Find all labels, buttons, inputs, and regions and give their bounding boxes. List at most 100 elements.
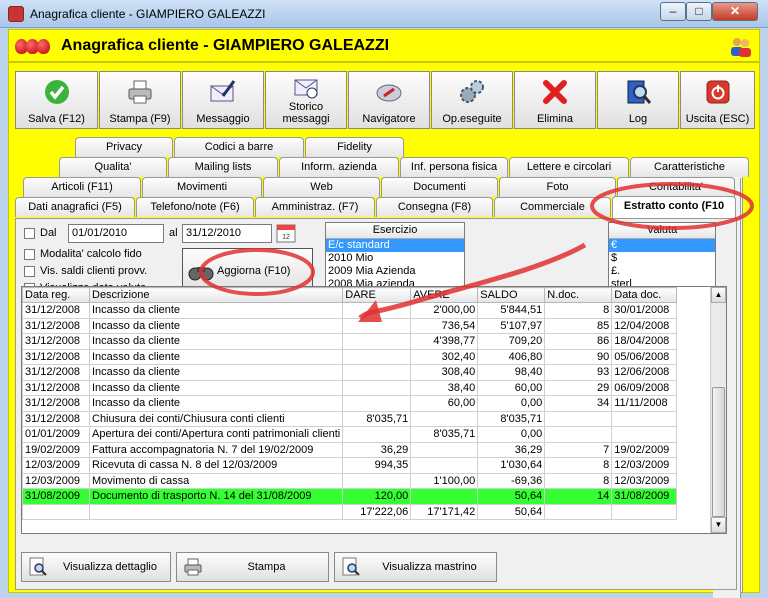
column-header[interactable]: N.doc.: [544, 287, 613, 303]
scroll-up-arrow[interactable]: ▲: [711, 287, 726, 303]
column-header[interactable]: AVERE: [410, 287, 479, 303]
tab-codici-barre[interactable]: Codici a barre: [174, 137, 304, 157]
table-row[interactable]: 31/12/2008 Incasso da cliente 2'000,00 5'84…: [22, 302, 678, 319]
table-cell: 93: [544, 364, 613, 381]
table-row[interactable]: 31/12/2008 Incasso da cliente 38,40 60,00 29…: [22, 379, 678, 396]
esercizio-header: Esercizio: [326, 223, 464, 239]
table-row[interactable]: 12/03/2009 Ricevuta di cassa N. 8 del 12/…: [22, 457, 678, 474]
users-icon[interactable]: [729, 34, 753, 58]
column-header[interactable]: Data reg.: [22, 287, 90, 303]
vis-saldi-checkbox[interactable]: [24, 266, 35, 277]
table-cell: 12/03/2009: [22, 472, 90, 489]
visualizza-dettaglio-button[interactable]: Visualizza dettaglio: [21, 552, 171, 582]
salva-button[interactable]: Salva (F12): [15, 71, 98, 129]
tab-fidelity[interactable]: Fidelity: [305, 137, 404, 157]
scroll-down-arrow[interactable]: ▼: [711, 517, 726, 533]
tab-articoli[interactable]: Articoli (F11): [23, 177, 141, 197]
tab-inf-persona-fisica[interactable]: Inf. persona fisica: [400, 157, 508, 177]
visualizza-mastrino-button[interactable]: Visualizza mastrino: [334, 552, 497, 582]
valuta-item[interactable]: $: [609, 252, 715, 265]
modalita-calcolo-fido-checkbox[interactable]: [24, 249, 35, 260]
tab-contabilita[interactable]: Contabilita': [617, 177, 735, 197]
tab-caratteristiche[interactable]: Caratteristiche: [630, 157, 749, 177]
tab-consegna[interactable]: Consegna (F8): [376, 197, 493, 217]
esercizio-list[interactable]: Esercizio E/c standard 2010 Mio 2009 Mia…: [325, 222, 465, 293]
calendar-icon[interactable]: 12: [276, 224, 296, 243]
tab-dati-anagrafici[interactable]: Dati anagrafici (F5): [15, 197, 135, 217]
tab-inform-azienda[interactable]: Inform. azienda: [279, 157, 399, 177]
table-cell: 0,00: [477, 426, 546, 443]
valuta-item[interactable]: €: [609, 239, 715, 252]
table-cell: 19/02/2009: [611, 441, 678, 458]
valuta-list[interactable]: Valuta € $ £. sterl: [608, 222, 716, 293]
tab-commerciale[interactable]: Commerciale: [494, 197, 611, 217]
valuta-item[interactable]: £.: [609, 265, 715, 278]
esercizio-item[interactable]: 2010 Mio: [326, 252, 464, 265]
table-cell: 50,64: [477, 488, 546, 505]
op-eseguite-button[interactable]: Op.eseguite: [431, 71, 513, 129]
storico-messaggi-button[interactable]: Storico messaggi: [265, 71, 347, 129]
table-row[interactable]: 31/12/2008 Chiusura dei conti/Chiusura co…: [22, 410, 678, 427]
window-titlebar: Anagrafica cliente - GIAMPIERO GALEAZZI …: [0, 0, 768, 28]
tab-estratto-conto[interactable]: Estratto conto (F10: [612, 196, 736, 218]
app-icon: [8, 6, 24, 22]
tab-documenti[interactable]: Documenti: [381, 177, 498, 197]
table-row[interactable]: 31/08/2009 Documento di trasporto N. 14 d…: [22, 488, 678, 505]
dal-date-input[interactable]: 01/01/2010: [68, 224, 164, 243]
table-row[interactable]: 12/03/2009 Movimento di cassa 1'100,00 -69,…: [22, 472, 678, 489]
grid-vertical-scrollbar[interactable]: ▲ ▼: [710, 287, 726, 533]
stampa-bottom-button[interactable]: Stampa: [176, 552, 329, 582]
column-header[interactable]: DARE: [342, 287, 412, 303]
tab-privacy[interactable]: Privacy: [75, 137, 173, 157]
table-cell: 8: [544, 457, 613, 474]
tab-web[interactable]: Web: [263, 177, 380, 197]
tab-movimenti[interactable]: Movimenti: [142, 177, 262, 197]
column-header[interactable]: Descrizione: [88, 287, 344, 303]
table-cell: [410, 457, 479, 474]
messaggio-button[interactable]: Messaggio: [182, 71, 264, 129]
printer-icon: [184, 558, 202, 576]
table-cell: 4'398,77: [410, 333, 479, 350]
tab-qualita[interactable]: Qualita': [59, 157, 167, 177]
column-header[interactable]: SALDO: [477, 287, 546, 303]
navigatore-button[interactable]: Navigatore: [348, 71, 430, 129]
stampa-bottom-label: Stampa: [247, 561, 286, 573]
estratto-conto-grid[interactable]: Data reg. Descrizione DARE AVERE SALDO N.doc.…: [21, 286, 727, 534]
table-cell: 60,00: [410, 395, 479, 412]
table-cell: 31/12/2008: [22, 364, 90, 381]
table-cell: Documento di trasporto N. 14 del 31/08/2…: [88, 488, 344, 505]
al-date-input[interactable]: 31/12/2010: [182, 224, 272, 243]
esercizio-item[interactable]: E/c standard: [326, 239, 464, 252]
dal-checkbox[interactable]: [24, 228, 35, 239]
page-header: Anagrafica cliente - GIAMPIERO GALEAZZI: [8, 29, 760, 62]
tab-telefono-note[interactable]: Telefono/note (F6): [136, 197, 254, 217]
tab-lettere-circolari[interactable]: Lettere e circolari: [509, 157, 629, 177]
uscita-button[interactable]: Uscita (ESC): [680, 71, 755, 129]
table-row[interactable]: 01/01/2009 Apertura dei conti/Apertura co…: [22, 426, 678, 443]
stampa-button[interactable]: Stampa (F9): [99, 71, 181, 129]
window-title: Anagrafica cliente - GIAMPIERO GALEAZZI: [30, 7, 266, 21]
table-cell: [342, 395, 412, 412]
maximize-button[interactable]: □: [686, 2, 712, 21]
tab-amministraz[interactable]: Amministraz. (F7): [255, 197, 375, 217]
table-row[interactable]: 31/12/2008 Incasso da cliente 302,40 406,80…: [22, 348, 678, 365]
minimize-button[interactable]: –: [660, 2, 686, 21]
visualizza-mastrino-label: Visualizza mastrino: [382, 561, 477, 573]
close-button[interactable]: ✕: [712, 2, 758, 21]
table-row[interactable]: 19/02/2009 Fattura accompagnatoria N. 7 d…: [22, 441, 678, 458]
table-cell: Incasso da cliente: [88, 317, 344, 334]
table-row[interactable]: 31/12/2008 Incasso da cliente 308,40 98,40 9…: [22, 364, 678, 381]
table-row[interactable]: 31/12/2008 Incasso da cliente 4'398,77 709,…: [22, 333, 678, 350]
table-cell: 308,40: [410, 364, 479, 381]
table-row[interactable]: 31/12/2008 Incasso da cliente 60,00 0,00 34 1…: [22, 395, 678, 412]
table-cell: [342, 333, 412, 350]
scroll-thumb[interactable]: [712, 387, 725, 517]
elimina-button[interactable]: Elimina: [514, 71, 596, 129]
table-cell: 5'844,51: [477, 302, 546, 319]
log-button[interactable]: Log: [597, 71, 679, 129]
tab-mailing-lists[interactable]: Mailing lists: [168, 157, 278, 177]
tab-foto[interactable]: Foto: [499, 177, 616, 197]
column-header[interactable]: Data doc.: [611, 287, 678, 303]
esercizio-item[interactable]: 2009 Mia Azienda: [326, 265, 464, 278]
table-row[interactable]: 31/12/2008 Incasso da cliente 736,54 5'107,…: [22, 317, 678, 334]
